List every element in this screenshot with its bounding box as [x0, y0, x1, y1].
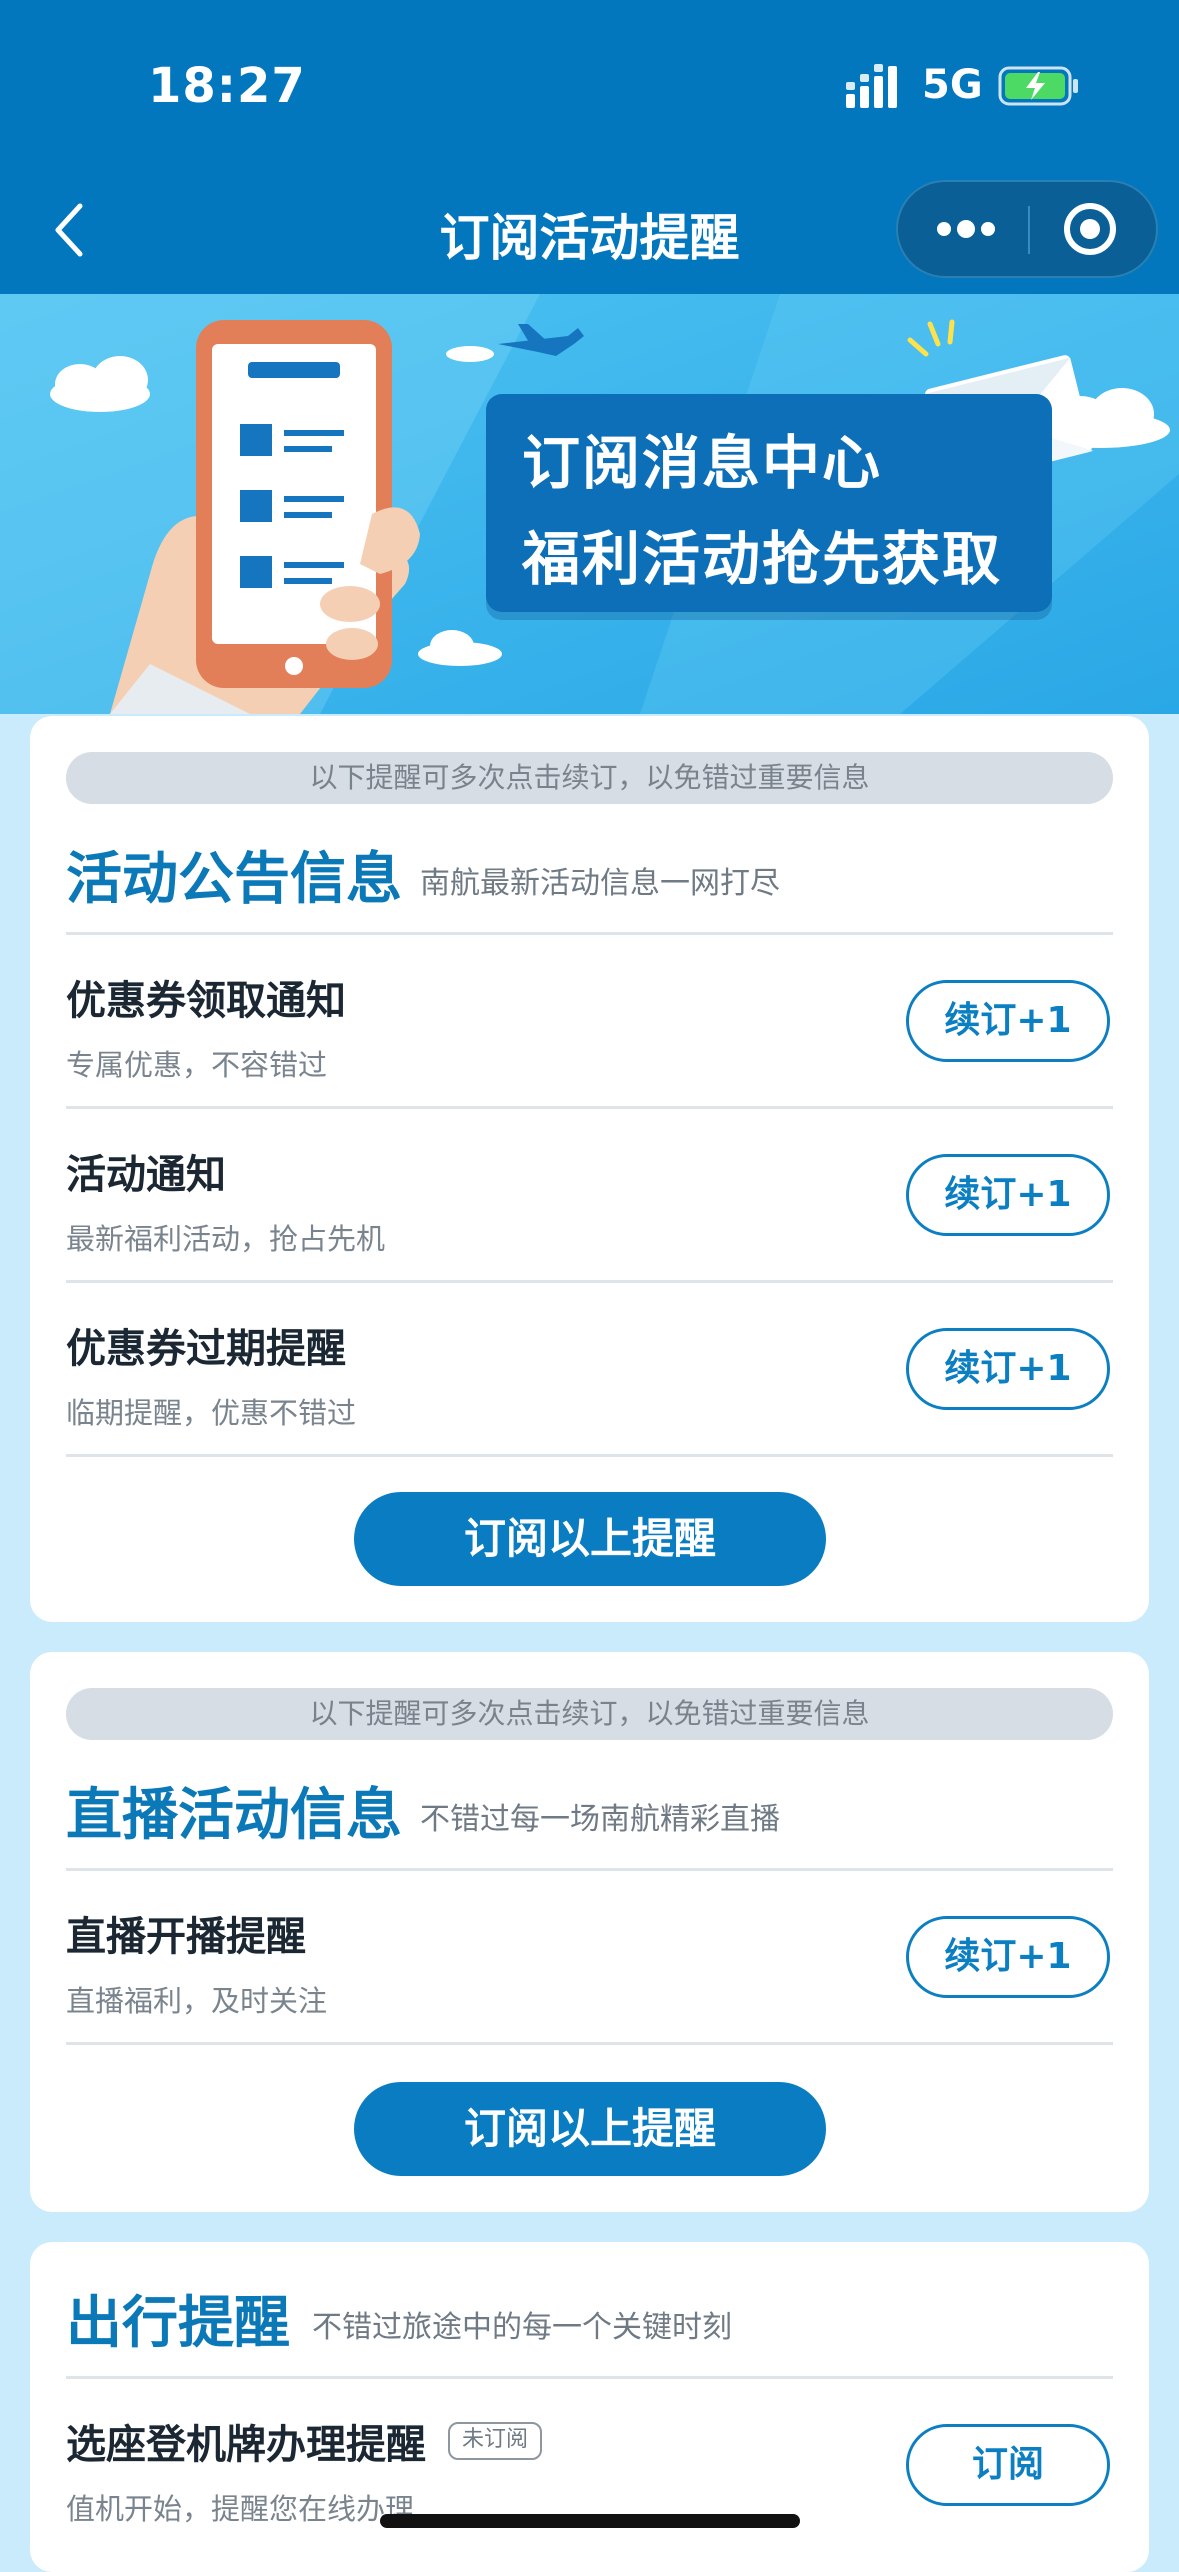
item-subtitle: 直播福利，及时关注 — [66, 1984, 328, 2018]
renew-button[interactable]: 续订+1 — [906, 1916, 1110, 1998]
banner-line-1: 订阅消息中心 — [522, 429, 883, 497]
item-title: 优惠券领取通知 — [66, 978, 346, 1024]
banner-line-2: 福利活动抢先获取 — [522, 525, 1003, 593]
nav-bar: 订阅活动提醒 — [0, 170, 1179, 294]
divider — [66, 2042, 1113, 2045]
divider — [66, 1280, 1113, 1283]
close-mini-program-icon[interactable] — [1030, 182, 1156, 276]
item-title: 选座登机牌办理提醒 未订阅 — [66, 2412, 543, 2470]
divider — [66, 1868, 1113, 1871]
section-subtitle: 不错过旅途中的每一个关键时刻 — [312, 2310, 732, 2345]
divider — [66, 932, 1113, 935]
home-indicator — [380, 2514, 800, 2528]
renew-button[interactable]: 续订+1 — [906, 1328, 1110, 1410]
divider — [66, 2376, 1113, 2379]
subscribe-all-button[interactable]: 订阅以上提醒 — [354, 1492, 826, 1586]
section-card-live: 以下提醒可多次点击续订，以免错过重要信息 直播活动信息 不错过每一场南航精彩直播… — [30, 1652, 1149, 2212]
item-title-text: 选座登机牌办理提醒 — [66, 2422, 426, 2468]
divider — [66, 1454, 1113, 1457]
banner-text-box: 订阅消息中心 福利活动抢先获取 — [486, 394, 1052, 612]
signal-icon — [846, 64, 897, 108]
section-title: 直播活动信息 — [66, 1783, 402, 1848]
renew-button[interactable]: 续订+1 — [906, 1154, 1110, 1236]
subscribe-button[interactable]: 订阅 — [906, 2424, 1110, 2506]
unsubscribed-badge: 未订阅 — [448, 2422, 543, 2460]
mini-program-capsule — [896, 180, 1158, 278]
status-time: 18:27 — [148, 58, 306, 114]
section-title: 活动公告信息 — [66, 847, 402, 912]
item-subtitle: 最新福利活动，抢占先机 — [66, 1222, 386, 1256]
network-type: 5G — [922, 62, 983, 108]
item-subtitle: 值机开始，提醒您在线办理 — [66, 2492, 415, 2526]
item-subtitle: 专属优惠，不容错过 — [66, 1048, 328, 1082]
item-subtitle: 临期提醒，优惠不错过 — [66, 1396, 357, 1430]
divider — [66, 1106, 1113, 1109]
section-card-activity: 以下提醒可多次点击续订，以免错过重要信息 活动公告信息 南航最新活动信息一网打尽… — [30, 716, 1149, 1622]
battery-charging-icon — [998, 66, 1078, 106]
promo-banner: 订阅消息中心 福利活动抢先获取 — [0, 294, 1179, 714]
status-bar: 18:27 5G — [0, 0, 1179, 170]
section-subtitle: 南航最新活动信息一网打尽 — [420, 866, 780, 901]
subscribe-all-button[interactable]: 订阅以上提醒 — [354, 2082, 826, 2176]
renew-hint: 以下提醒可多次点击续订，以免错过重要信息 — [66, 1688, 1113, 1740]
item-title: 活动通知 — [66, 1152, 226, 1198]
section-title: 出行提醒 — [66, 2291, 290, 2356]
item-title: 直播开播提醒 — [66, 1914, 306, 1960]
section-subtitle: 不错过每一场南航精彩直播 — [420, 1802, 780, 1837]
more-icon[interactable] — [898, 182, 1028, 276]
renew-button[interactable]: 续订+1 — [906, 980, 1110, 1062]
renew-hint: 以下提醒可多次点击续订，以免错过重要信息 — [66, 752, 1113, 804]
item-title: 优惠券过期提醒 — [66, 1326, 346, 1372]
